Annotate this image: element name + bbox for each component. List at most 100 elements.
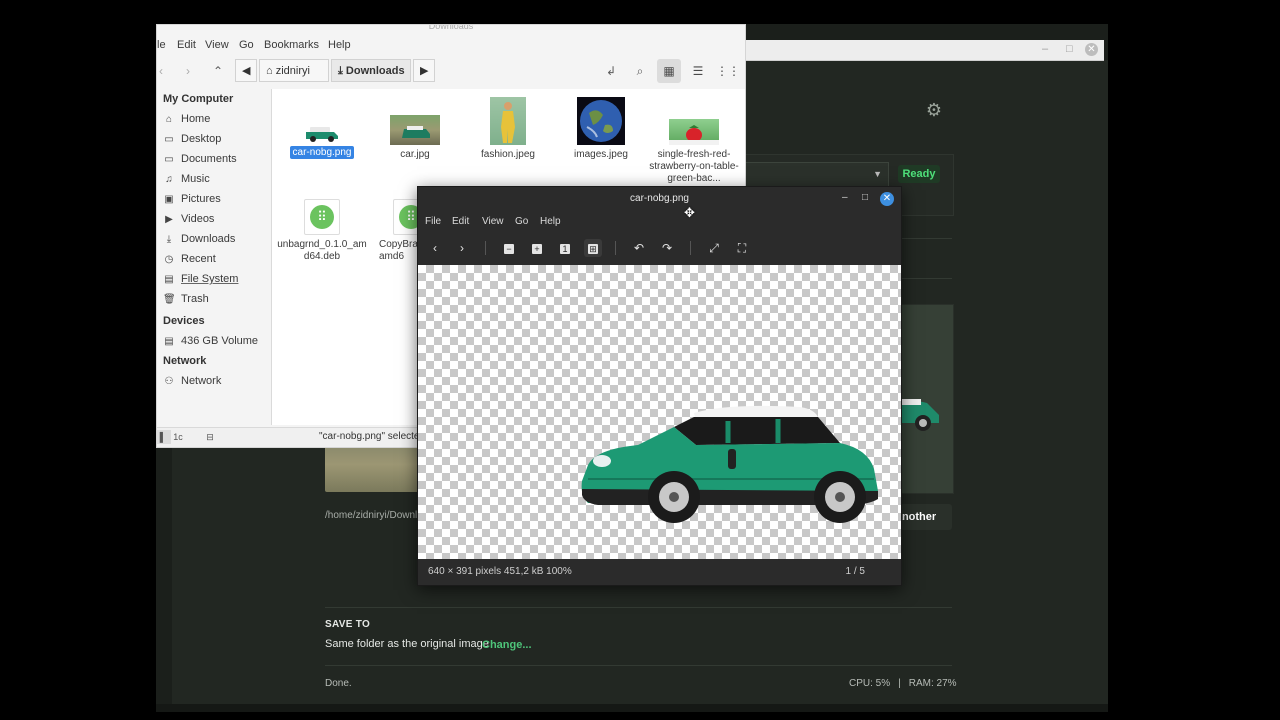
up-icon[interactable]: ⌃	[208, 61, 228, 81]
menu-view[interactable]: View	[205, 39, 229, 51]
sidebar-item-trash[interactable]: 🗑 Trash	[163, 293, 209, 311]
icon-view-icon[interactable]: ▦	[657, 59, 681, 83]
search-icon[interactable]: ⌕	[630, 61, 650, 81]
sidebar-toggle-icon[interactable]: ▌	[157, 430, 171, 444]
menu-view[interactable]: View	[482, 216, 504, 227]
file-name: car.jpg	[400, 149, 430, 160]
image-viewer-window: car-nobg.png – □ ✕ File Edit View Go Hel…	[417, 186, 902, 586]
home-icon: ⌂	[266, 65, 276, 77]
slideshow-icon[interactable]: ⛶	[733, 239, 751, 257]
cpu-usage: CPU: 5%	[849, 678, 891, 689]
sidebar-item-recent[interactable]: ◷ Recent	[163, 253, 216, 271]
zoom-fit-icon[interactable]: ⊞	[584, 239, 602, 257]
drive-icon: ▤	[164, 336, 174, 347]
divider	[325, 665, 952, 666]
rotate-right-icon[interactable]: ↷	[658, 239, 676, 257]
sidebar-item-label: Videos	[181, 213, 215, 225]
menu-help[interactable]: Help	[328, 39, 351, 51]
close-icon[interactable]: ✕	[1085, 43, 1098, 56]
toggle-location-icon[interactable]: ↲	[601, 61, 621, 81]
file-item[interactable]: fashion.jpeg	[462, 97, 554, 161]
model-select[interactable]: ▼	[740, 162, 889, 188]
image-thumbnail	[490, 97, 526, 145]
file-path: /home/zidniryi/Downlo	[325, 510, 423, 521]
video-icon: ▶	[165, 214, 173, 225]
breadcrumb-prev-icon[interactable]: ◀	[235, 59, 257, 82]
gear-icon[interactable]: ⚙	[922, 98, 946, 122]
file-item[interactable]: images.jpeg	[555, 97, 647, 161]
home-icon: ⌂	[165, 114, 173, 125]
close-icon[interactable]: ✕	[880, 192, 894, 206]
sidebar-item-documents[interactable]: ▭ Documents	[163, 153, 236, 171]
sidebar-heading-devices: Devices	[163, 315, 205, 327]
list-view-icon[interactable]: ☰	[686, 59, 710, 83]
sidebar-item-label: Network	[181, 375, 222, 387]
original-preview	[325, 446, 420, 492]
zoom-in-icon[interactable]: +	[528, 239, 546, 257]
sidebar-item-label: Downloads	[181, 233, 236, 245]
menu-file[interactable]: le	[157, 39, 166, 51]
file-name: unbagrnd_0.1.0_amd64.deb	[277, 239, 367, 262]
menu-go[interactable]: Go	[515, 216, 528, 227]
move-cursor-icon: ✥	[684, 205, 695, 220]
previous-image-icon[interactable]: ‹	[426, 239, 444, 257]
next-image-icon[interactable]: ›	[453, 239, 471, 257]
image-canvas[interactable]	[418, 265, 901, 559]
breadcrumb-home[interactable]: ⌂ zidniryi	[259, 59, 329, 82]
breadcrumb-downloads[interactable]: ⤓ Downloads	[331, 59, 411, 82]
menu-go[interactable]: Go	[239, 39, 254, 51]
file-item[interactable]: single-fresh-red-strawberry-on-table-gre…	[648, 119, 740, 185]
page-indicator: 1 / 5	[845, 566, 865, 577]
zoom-normal-icon[interactable]: 1	[556, 239, 574, 257]
file-name: car-nobg.png	[289, 146, 355, 159]
file-item[interactable]: car.jpg	[369, 115, 461, 161]
compact-view-icon[interactable]: ⋮⋮	[716, 59, 740, 83]
forward-icon[interactable]: ›	[178, 61, 198, 81]
download-icon: ⤓	[166, 234, 172, 245]
menu-bookmarks[interactable]: Bookmarks	[264, 39, 319, 51]
minimize-icon[interactable]: –	[1042, 43, 1048, 55]
maximize-icon[interactable]: □	[862, 192, 868, 203]
fullscreen-icon[interactable]: ⤢	[705, 239, 723, 257]
menu-file[interactable]: File	[425, 216, 441, 227]
network-icon: ⚇	[164, 376, 174, 387]
menu-edit[interactable]: Edit	[452, 216, 469, 227]
resource-stats: CPU: 5% | RAM: 27%	[849, 678, 957, 689]
sidebar-item-file-system[interactable]: ▤ File System	[163, 273, 238, 291]
back-icon[interactable]: ‹	[157, 61, 171, 81]
sidebar-item-home[interactable]: ⌂ Home	[163, 113, 210, 131]
sidebar-item-label: Pictures	[181, 193, 221, 205]
sidebar-item-label: Desktop	[181, 133, 222, 145]
sidebar-item-music[interactable]: ♫ Music	[163, 173, 209, 191]
sidebar-item-label: Recent	[181, 253, 216, 265]
sidebar-item-pictures[interactable]: ▣ Pictures	[163, 193, 221, 211]
package-thumbnail: ⠿	[304, 199, 340, 235]
zoom-out-icon[interactable]: −	[500, 239, 518, 257]
file-item[interactable]: car-nobg.png	[276, 123, 368, 159]
sidebar-item-videos[interactable]: ▶ Videos	[163, 213, 214, 231]
background-app-titlebar: – □ ✕	[740, 40, 1104, 61]
file-item[interactable]: ⠿ unbagrnd_0.1.0_amd64.deb	[276, 199, 368, 263]
places-toggle-button[interactable]: 1c	[170, 430, 186, 444]
tree-toggle-icon[interactable]: ⊟	[202, 430, 218, 444]
menu-edit[interactable]: Edit	[177, 39, 196, 51]
package-icon: ⠿	[310, 205, 334, 229]
sidebar-heading-my-computer: My Computer	[163, 93, 234, 105]
sidebar-item-volume[interactable]: ▤ 436 GB Volume	[163, 335, 258, 353]
file-name: fashion.jpeg	[481, 149, 535, 160]
menu-help[interactable]: Help	[540, 216, 561, 227]
trash-icon: 🗑	[163, 294, 176, 305]
sidebar-item-downloads[interactable]: ⤓ Downloads	[163, 233, 236, 251]
pictures-icon: ▣	[164, 194, 174, 205]
window-title: Downloads	[428, 24, 474, 31]
rotate-left-icon[interactable]: ↶	[630, 239, 648, 257]
maximize-icon[interactable]: □	[1066, 43, 1073, 55]
sidebar-item-desktop[interactable]: ▭ Desktop	[163, 133, 221, 151]
sidebar-item-network[interactable]: ⚇ Network	[163, 375, 222, 393]
minimize-icon[interactable]: –	[842, 192, 848, 203]
sidebar: My Computer ⌂ Home ▭ Desktop ▭ Documents ♫ M…	[157, 89, 272, 425]
breadcrumb-next-icon[interactable]: ▶	[413, 59, 435, 82]
breadcrumb-label: Downloads	[345, 65, 405, 77]
change-folder-link[interactable]: Change...	[482, 639, 532, 651]
chevron-down-icon: ▼	[873, 169, 882, 179]
